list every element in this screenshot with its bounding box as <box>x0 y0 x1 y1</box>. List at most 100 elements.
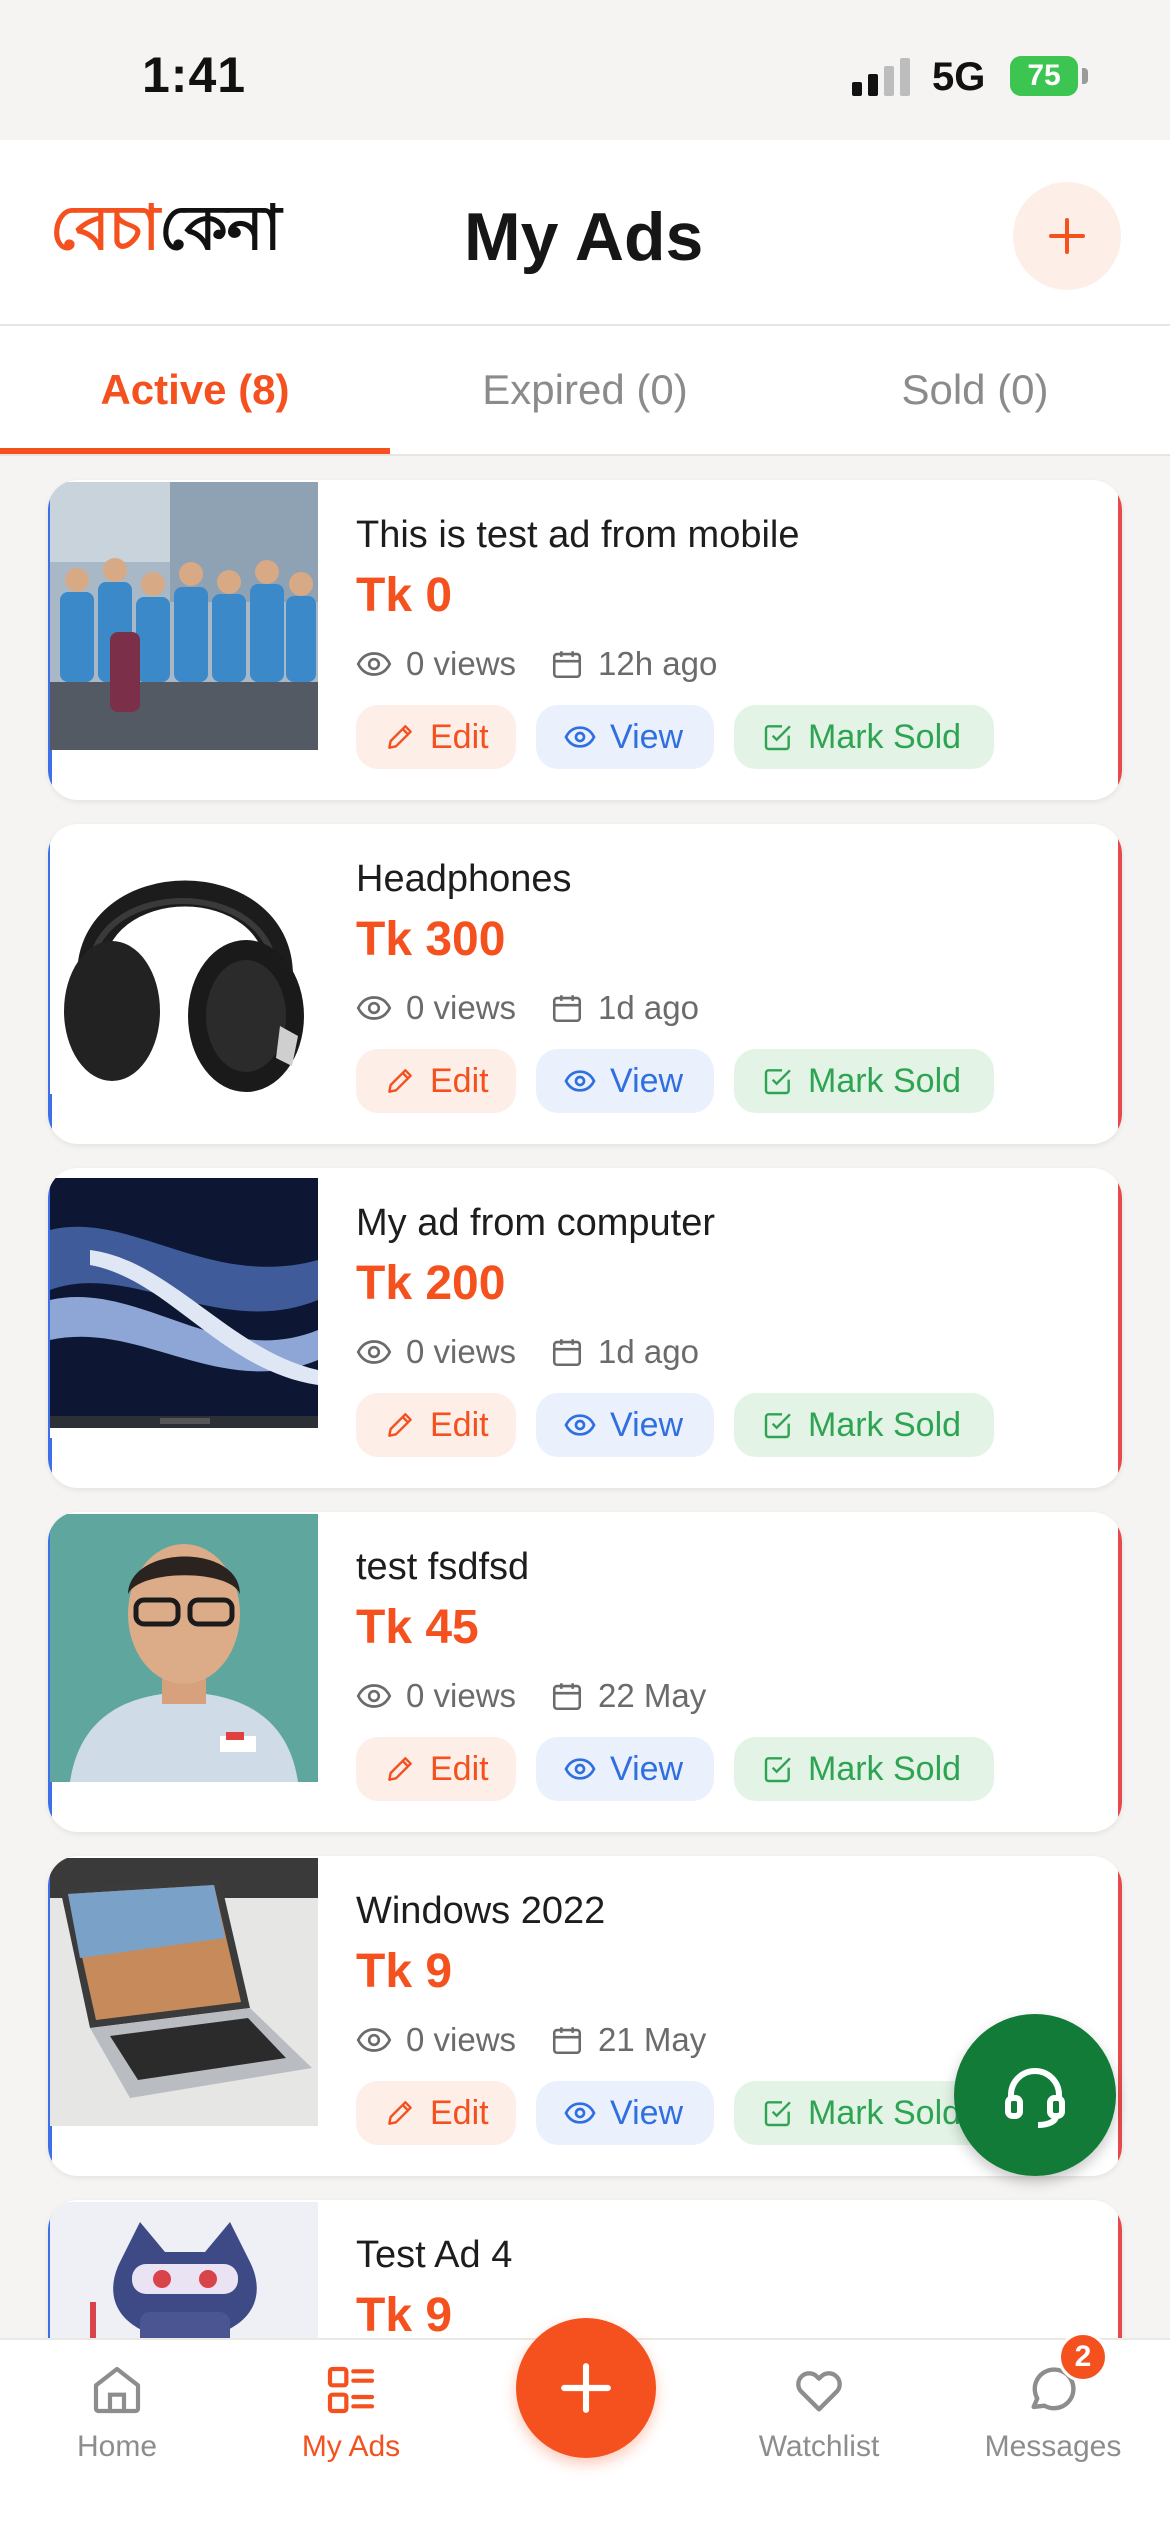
ad-card[interactable]: My ad from computer Tk 200 0 views 1d ag… <box>48 1168 1122 1488</box>
mark-sold-label: Mark Sold <box>808 2093 962 2132</box>
eye-icon <box>356 990 392 1026</box>
add-ad-button[interactable] <box>1013 182 1121 290</box>
calendar-icon <box>550 647 584 681</box>
edit-button[interactable]: Edit <box>356 2081 516 2145</box>
ad-date: 22 May <box>598 1677 707 1714</box>
logo-part-b: কেনা <box>159 190 282 264</box>
ad-views: 0 views <box>406 645 517 682</box>
ad-price: Tk 300 <box>356 913 506 966</box>
ad-status-tabs: Active (8) Expired (0) Sold (0) <box>0 326 1170 456</box>
app-logo[interactable]: বেচা কেনা <box>50 182 282 282</box>
ad-date: 12h ago <box>598 645 718 682</box>
ad-actions: Edit View Mark Sold <box>356 1737 1014 1801</box>
ad-thumbnail[interactable] <box>50 1170 318 1438</box>
view-button[interactable]: View <box>536 705 714 769</box>
check-square-icon <box>762 1409 794 1441</box>
status-time: 1:41 <box>142 47 247 103</box>
home-icon <box>89 2358 145 2422</box>
pencil-icon <box>384 2097 416 2129</box>
ad-views: 0 views <box>406 989 517 1026</box>
edit-label: Edit <box>430 1749 489 1788</box>
app-header: বেচা কেনা My Ads <box>0 140 1170 326</box>
edit-label: Edit <box>430 1061 489 1100</box>
ad-price: Tk 45 <box>356 1601 479 1654</box>
ad-meta: 0 views 1d ago <box>356 1330 699 1374</box>
ad-price: Tk 0 <box>356 569 453 622</box>
ad-card[interactable]: Headphones Tk 300 0 views 1d ago Edit Vi… <box>48 824 1122 1144</box>
mark-sold-label: Mark Sold <box>808 717 962 756</box>
battery-level: 75 <box>1027 59 1061 92</box>
support-button[interactable] <box>954 2014 1116 2176</box>
edit-button[interactable]: Edit <box>356 1393 516 1457</box>
calendar-icon <box>550 991 584 1025</box>
ad-thumbnail[interactable] <box>50 2202 318 2338</box>
active-tab-indicator <box>0 448 390 454</box>
nav-my-ads[interactable]: My Ads <box>234 2340 468 2532</box>
ad-meta: 0 views 12h ago <box>356 642 717 686</box>
ad-card[interactable]: This is test ad from mobile Tk 0 0 views… <box>48 480 1122 800</box>
tab-sold[interactable]: Sold (0) <box>780 326 1170 454</box>
edit-label: Edit <box>430 1405 489 1444</box>
mark-sold-button[interactable]: Mark Sold <box>734 1393 994 1457</box>
ad-thumbnail[interactable] <box>50 1858 318 2126</box>
ad-meta: 0 views 22 May <box>356 1674 706 1718</box>
ad-title: Test Ad 4 <box>356 2234 513 2276</box>
eye-icon <box>564 721 596 753</box>
view-label: View <box>610 2093 684 2132</box>
battery-cap <box>1082 68 1088 84</box>
ad-actions: Edit View Mark Sold <box>356 1049 1014 1113</box>
logo-part-a: বেচা <box>50 190 160 264</box>
nav-messages[interactable]: Messages <box>936 2340 1170 2532</box>
nav-watchlist[interactable]: Watchlist <box>702 2340 936 2532</box>
ad-title: My ad from computer <box>356 1202 715 1244</box>
edit-button[interactable]: Edit <box>356 1737 516 1801</box>
ad-thumbnail[interactable] <box>50 1514 318 1782</box>
eye-icon <box>564 1409 596 1441</box>
ad-date: 21 May <box>598 2021 707 2058</box>
messages-unread-badge: 2 <box>1058 2332 1108 2382</box>
tab-active[interactable]: Active (8) <box>0 326 390 454</box>
page-title: My Ads <box>464 199 704 275</box>
headset-icon <box>1005 2068 1065 2128</box>
mark-sold-button[interactable]: Mark Sold <box>734 1049 994 1113</box>
plus-icon <box>561 2363 611 2413</box>
eye-icon <box>564 1065 596 1097</box>
ad-price: Tk 9 <box>356 1945 453 1998</box>
ad-actions: Edit View Mark Sold <box>356 705 1014 769</box>
view-button[interactable]: View <box>536 1737 714 1801</box>
ad-price: Tk 9 <box>356 2289 453 2338</box>
pencil-icon <box>384 1753 416 1785</box>
eye-icon <box>356 1334 392 1370</box>
post-ad-button[interactable] <box>516 2318 656 2458</box>
pencil-icon <box>384 721 416 753</box>
nav-home[interactable]: Home <box>0 2340 234 2532</box>
ad-thumbnail[interactable] <box>50 826 318 1094</box>
edit-label: Edit <box>430 2093 489 2132</box>
eye-icon <box>564 2097 596 2129</box>
nav-my-ads-label: My Ads <box>301 2430 401 2463</box>
ad-views: 0 views <box>406 1333 517 1370</box>
view-label: View <box>610 1749 684 1788</box>
ad-thumbnail[interactable] <box>50 482 318 750</box>
mark-sold-button[interactable]: Mark Sold <box>734 1737 994 1801</box>
battery-indicator: 75 <box>1010 56 1078 96</box>
mark-sold-button[interactable]: Mark Sold <box>734 705 994 769</box>
edit-button[interactable]: Edit <box>356 705 516 769</box>
eye-icon <box>356 646 392 682</box>
ad-title: Windows 2022 <box>356 1890 606 1932</box>
ad-card[interactable]: test fsdfsd Tk 45 0 views 22 May Edit Vi… <box>48 1512 1122 1832</box>
view-button[interactable]: View <box>536 2081 714 2145</box>
mark-sold-label: Mark Sold <box>808 1749 962 1788</box>
view-button[interactable]: View <box>536 1393 714 1457</box>
list-grid-icon <box>323 2358 379 2422</box>
ad-title: This is test ad from mobile <box>356 514 800 556</box>
edit-label: Edit <box>430 717 489 756</box>
eye-icon <box>564 1753 596 1785</box>
check-square-icon <box>762 1753 794 1785</box>
edit-button[interactable]: Edit <box>356 1049 516 1113</box>
tab-expired[interactable]: Expired (0) <box>390 326 780 454</box>
view-button[interactable]: View <box>536 1049 714 1113</box>
nav-watchlist-label: Watchlist <box>758 2430 880 2463</box>
status-bar: 1:41 5G 75 <box>0 0 1170 140</box>
view-label: View <box>610 1061 684 1100</box>
